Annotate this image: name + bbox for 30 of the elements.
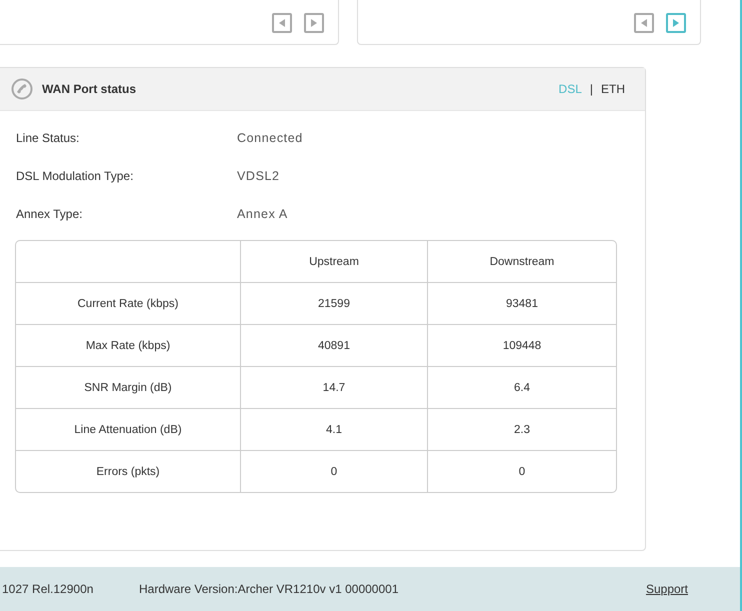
- support-link[interactable]: Support: [646, 582, 688, 596]
- previous-button[interactable]: [634, 13, 654, 33]
- firmware-version: 1027 Rel.12900n: [2, 582, 94, 596]
- table-cell: 40891: [240, 324, 428, 366]
- field-label: Line Status:: [16, 131, 80, 145]
- field-label: Annex Type:: [16, 207, 84, 221]
- tab-separator: |: [590, 82, 593, 96]
- previous-button[interactable]: [272, 13, 292, 33]
- field-label: DSL Modulation Type:: [16, 169, 134, 183]
- next-button[interactable]: [666, 13, 686, 33]
- field-value: Annex A: [237, 207, 288, 221]
- table-cell: Max Rate (kbps): [16, 324, 240, 366]
- phone-icon: [11, 78, 33, 100]
- column-header: Upstream: [240, 241, 428, 282]
- field-value: Connected: [237, 131, 303, 145]
- table-cell: 21599: [240, 282, 428, 324]
- next-button[interactable]: [304, 13, 324, 33]
- tab[interactable]: ETH: [601, 82, 625, 96]
- table-cell: SNR Margin (dB): [16, 366, 240, 408]
- table-cell: Line Attenuation (dB): [16, 408, 240, 450]
- table-cell: Current Rate (kbps): [16, 282, 240, 324]
- field-value: VDSL2: [237, 169, 280, 183]
- table-cell: 14.7: [240, 366, 428, 408]
- right-arrow-icon: [673, 19, 679, 27]
- right-arrow-icon: [311, 19, 317, 27]
- hardware-version: Hardware Version:Archer VR1210v v1 00000001: [139, 582, 400, 596]
- left-arrow-icon: [641, 19, 647, 27]
- table-cell: 4.1: [240, 408, 428, 450]
- left-arrow-icon: [279, 19, 285, 27]
- panel-title: WAN Port status: [42, 82, 138, 96]
